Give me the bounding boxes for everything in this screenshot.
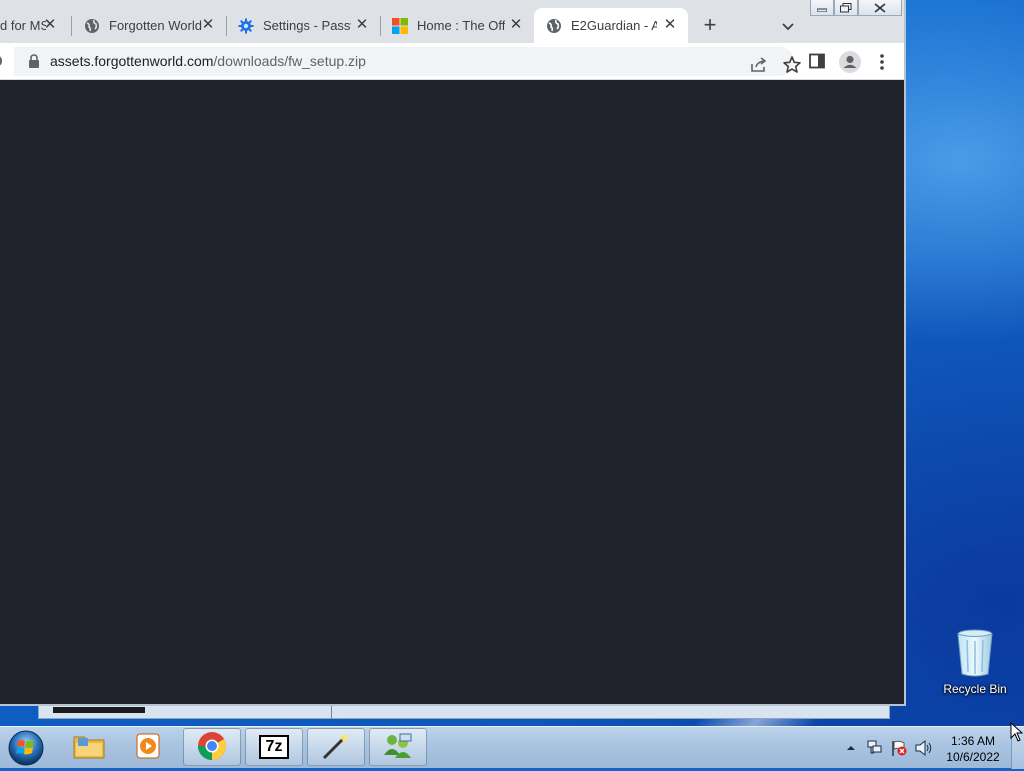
windows-start-icon[interactable] bbox=[4, 728, 48, 768]
show-hidden-icons-icon[interactable] bbox=[846, 741, 856, 756]
share-icon[interactable] bbox=[750, 56, 768, 74]
address-toolbar: assets.forgottenworld.com/downloads/fw_s… bbox=[0, 43, 904, 80]
close-tab-icon[interactable]: ✕ bbox=[42, 17, 58, 33]
tab-partial[interactable]: d for MS ✕ bbox=[0, 8, 68, 43]
tab-home-office[interactable]: Home : The Offic ✕ bbox=[380, 8, 534, 43]
url-text[interactable]: assets.forgottenworld.com/downloads/fw_s… bbox=[50, 53, 366, 69]
globe-icon bbox=[546, 18, 562, 34]
tab-title: Forgotten World bbox=[109, 18, 202, 33]
tab-strip: d for MS ✕ Forgotten World ✕ Settings - … bbox=[0, 0, 904, 43]
mouse-cursor-icon bbox=[1010, 721, 1024, 742]
taskbar-media-player[interactable] bbox=[120, 728, 178, 766]
tab-title: E2Guardian - Ac bbox=[571, 18, 657, 33]
reload-icon-partial[interactable] bbox=[0, 53, 4, 69]
minimize-button[interactable] bbox=[810, 0, 834, 16]
tab-title: Settings - Passw bbox=[263, 18, 351, 33]
close-tab-icon[interactable]: ✕ bbox=[354, 17, 370, 33]
background-window-edge[interactable] bbox=[38, 704, 890, 719]
window-controls bbox=[810, 0, 902, 18]
wand-icon bbox=[320, 731, 352, 764]
taskbar-chrome[interactable] bbox=[183, 728, 241, 766]
taskbar-7zip[interactable]: 7z bbox=[245, 728, 303, 766]
taskbar-network-app[interactable] bbox=[369, 728, 427, 766]
address-bar[interactable]: assets.forgottenworld.com/downloads/fw_s… bbox=[14, 47, 801, 76]
tab-settings-passwords[interactable]: Settings - Passw ✕ bbox=[226, 8, 380, 43]
recycle-bin-label: Recycle Bin bbox=[943, 682, 1007, 696]
url-path: /downloads/fw_setup.zip bbox=[213, 53, 366, 69]
7zip-icon: 7z bbox=[259, 735, 289, 759]
clock-time: 1:36 AM bbox=[950, 734, 996, 748]
lock-icon[interactable] bbox=[28, 54, 40, 68]
close-tab-icon[interactable]: ✕ bbox=[662, 17, 678, 33]
chrome-icon bbox=[197, 731, 227, 764]
action-center-flag-icon[interactable] bbox=[890, 739, 908, 760]
tab-search-chevron-icon[interactable] bbox=[778, 16, 798, 36]
chrome-window: d for MS ✕ Forgotten World ✕ Settings - … bbox=[0, 0, 906, 706]
url-host: assets.forgottenworld.com bbox=[50, 53, 214, 69]
new-tab-button[interactable]: + bbox=[700, 14, 720, 36]
tab-title: d for MS bbox=[0, 18, 46, 33]
page-content[interactable] bbox=[0, 80, 904, 704]
close-tab-icon[interactable]: ✕ bbox=[508, 17, 524, 33]
tab-forgotten-world[interactable]: Forgotten World ✕ bbox=[72, 8, 226, 43]
tab-title: Home : The Offic bbox=[417, 18, 505, 33]
media-player-icon bbox=[134, 731, 164, 764]
clock-date: 10/6/2022 bbox=[946, 750, 1000, 764]
tab-e2guardian-active[interactable]: E2Guardian - Ac ✕ bbox=[534, 8, 688, 43]
taskbar-wand-app[interactable] bbox=[307, 728, 365, 766]
close-window-button[interactable] bbox=[858, 0, 902, 16]
taskbar-file-explorer[interactable] bbox=[60, 728, 118, 766]
bookmark-star-icon[interactable] bbox=[782, 55, 802, 75]
taskbar-clock[interactable]: 1:36 AM 10/6/2022 bbox=[940, 733, 1006, 765]
background-window-divider bbox=[331, 705, 332, 719]
side-panel-icon[interactable] bbox=[809, 53, 825, 69]
recycle-bin-icon bbox=[955, 628, 995, 678]
close-tab-icon[interactable]: ✕ bbox=[200, 17, 216, 33]
gear-icon bbox=[238, 18, 254, 34]
profile-avatar-icon[interactable] bbox=[838, 50, 862, 74]
desktop-icon-recycle-bin[interactable]: Recycle Bin bbox=[938, 628, 1012, 696]
microsoft-logo-icon bbox=[392, 17, 408, 34]
volume-icon[interactable] bbox=[914, 739, 934, 760]
taskbar: 7z 1:36 AM 10/6/2022 bbox=[0, 726, 1024, 769]
background-window-dark-bar bbox=[53, 707, 145, 713]
globe-icon bbox=[84, 18, 100, 34]
more-menu-icon[interactable] bbox=[875, 52, 889, 72]
system-tray: 1:36 AM 10/6/2022 bbox=[840, 727, 1024, 769]
folder-icon bbox=[72, 732, 106, 763]
maximize-button[interactable] bbox=[834, 0, 858, 16]
network-users-icon bbox=[382, 731, 414, 764]
network-status-icon[interactable] bbox=[866, 739, 884, 760]
